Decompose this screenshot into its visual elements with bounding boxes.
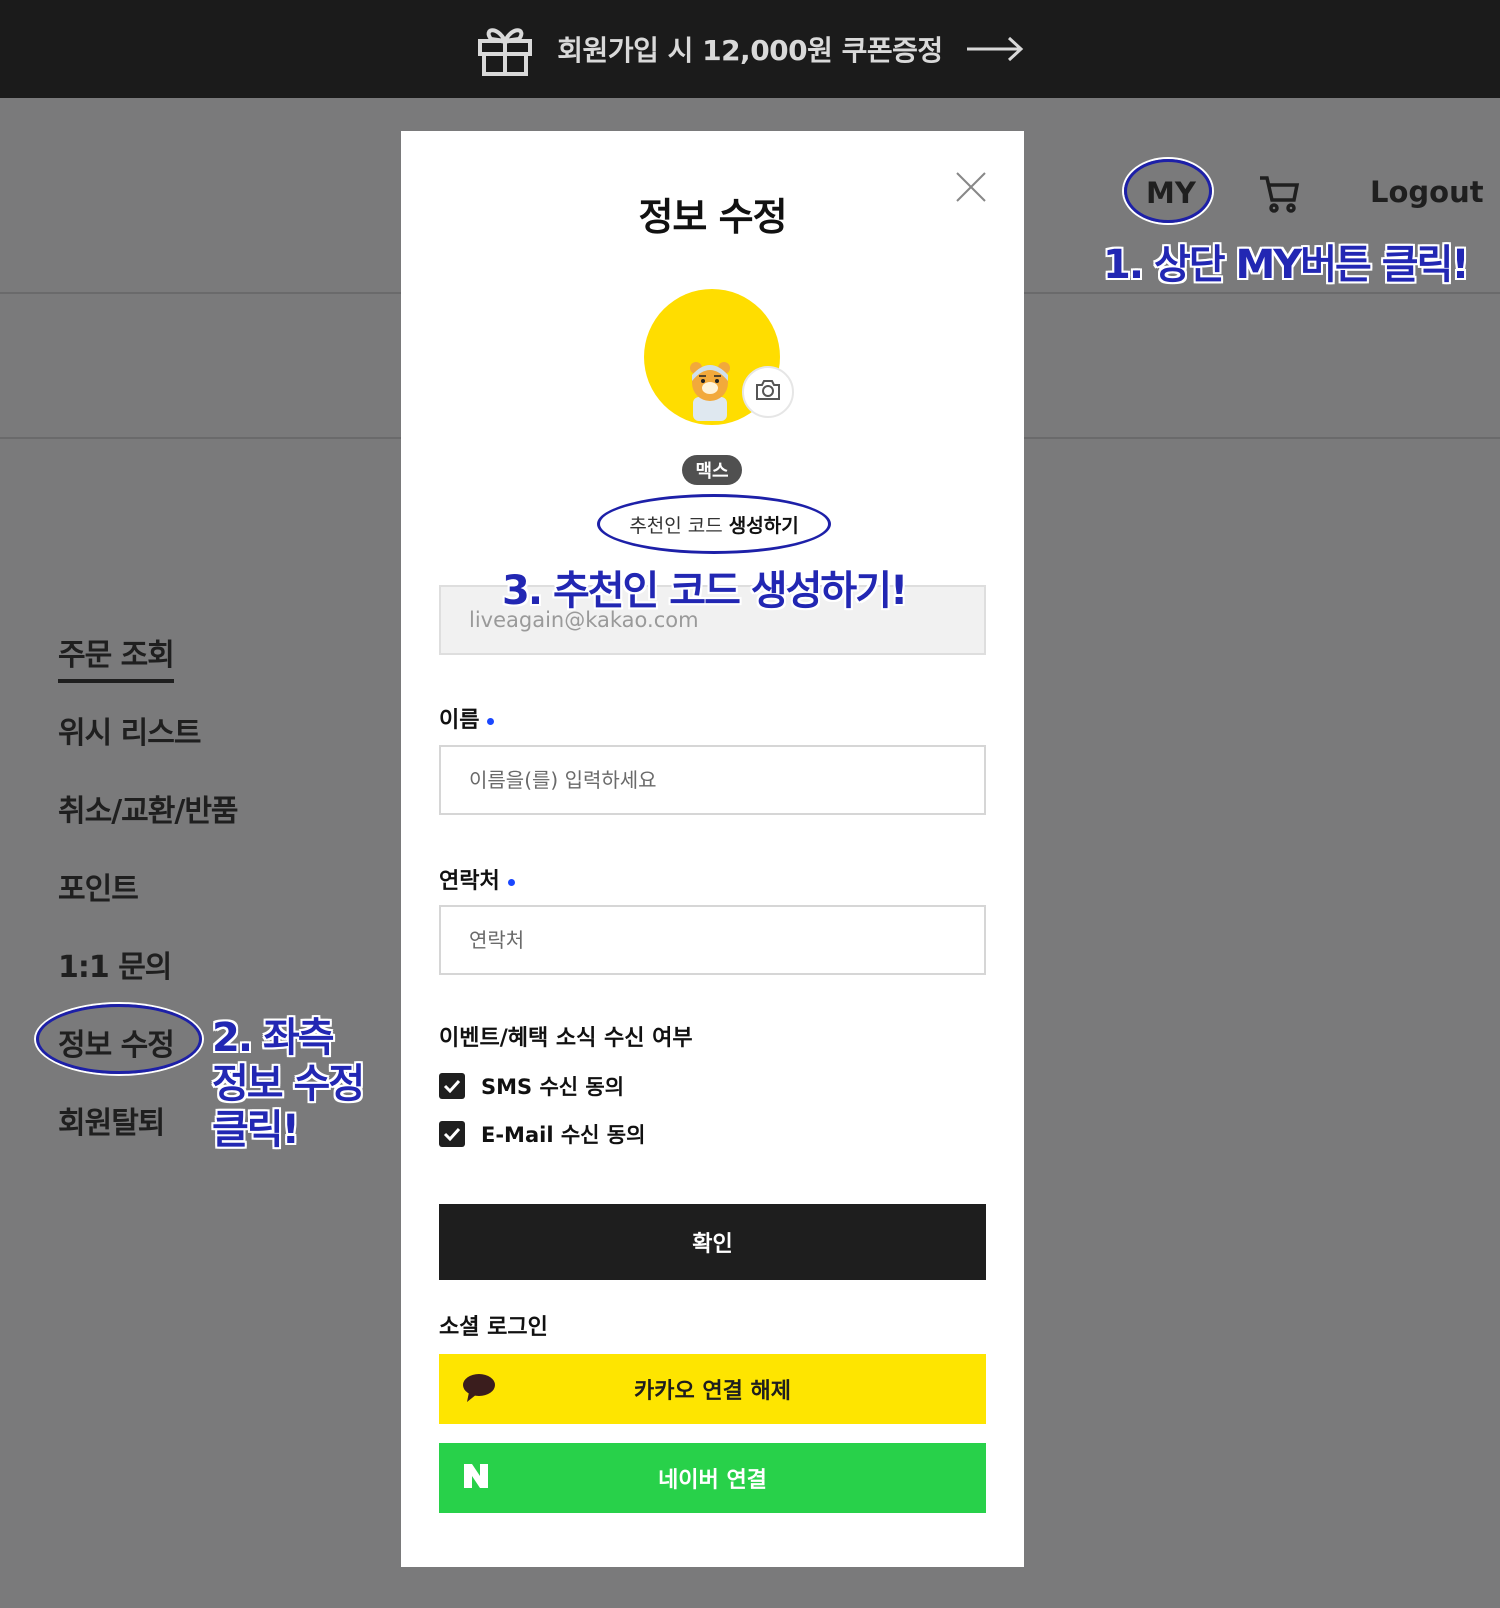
nickname-badge: 맥스 — [682, 455, 742, 485]
phone-label: 연락처 — [439, 863, 515, 895]
sidebar-item-label: 포인트 — [58, 872, 139, 907]
name-label: 이름 — [439, 702, 495, 734]
sidebar-item-orders[interactable]: 주문 조회 — [58, 630, 238, 708]
logout-link[interactable]: Logout — [1370, 175, 1484, 209]
email-consent-row[interactable]: E-Mail 수신 동의 — [439, 1119, 645, 1149]
sidebar-item-withdraw[interactable]: 회원탈퇴 — [58, 1098, 238, 1176]
phone-label-text: 연락처 — [439, 869, 500, 894]
change-photo-button[interactable] — [742, 366, 794, 418]
sidebar-item-wishlist[interactable]: 위시 리스트 — [58, 708, 238, 786]
annotation-step1: 1. 상단 MY버튼 클릭! — [1103, 242, 1470, 288]
referral-code-prefix: 추천인 코드 — [629, 514, 723, 537]
close-icon[interactable] — [955, 171, 987, 207]
modal-title: 정보 수정 — [638, 195, 787, 239]
naver-link-label: 네이버 연결 — [658, 1468, 767, 1493]
naver-n-icon — [461, 1461, 491, 1497]
arrow-right-icon — [965, 34, 1025, 64]
social-login-label: 소셜 로그인 — [439, 1315, 548, 1340]
referral-code-button[interactable]: 추천인 코드 생성하기 — [597, 494, 831, 554]
required-dot — [507, 878, 515, 886]
kakao-unlink-button[interactable]: 카카오 연결 해제 — [439, 1354, 986, 1424]
sidebar-item-label: 회원탈퇴 — [58, 1106, 165, 1141]
name-input[interactable] — [439, 745, 986, 815]
naver-link-button[interactable]: 네이버 연결 — [439, 1443, 986, 1513]
check-icon — [443, 1079, 461, 1093]
cart-icon[interactable] — [1258, 174, 1300, 218]
kakao-unlink-label: 카카오 연결 해제 — [634, 1379, 791, 1404]
highlight-edit-info — [36, 1004, 202, 1074]
annotation-step2: 2. 좌측 정보 수정 클릭! — [212, 1015, 365, 1153]
phone-input[interactable] — [439, 905, 986, 975]
sidebar-item-label: 1:1 문의 — [58, 950, 172, 985]
sms-consent-text: SMS 수신 동의 — [481, 1075, 625, 1099]
sidebar-item-cancel-exchange[interactable]: 취소/교환/반품 — [58, 786, 239, 864]
promo-banner[interactable]: 회원가입 시 12,000원 쿠폰증정 — [0, 0, 1500, 98]
promo-text: 회원가입 시 12,000원 쿠폰증정 — [557, 34, 943, 67]
highlight-my-button — [1124, 159, 1212, 223]
referral-code-action: 생성하기 — [728, 514, 799, 537]
email-checkbox[interactable] — [439, 1121, 465, 1147]
check-icon — [443, 1127, 461, 1141]
sidebar-item-points[interactable]: 포인트 — [58, 864, 238, 942]
sidebar-item-label: 위시 리스트 — [58, 716, 201, 751]
sms-checkbox[interactable] — [439, 1073, 465, 1099]
annotation-step2-line: 2. 좌측 — [212, 1015, 335, 1061]
gift-icon — [475, 21, 535, 77]
sidebar-item-label: 취소/교환/반품 — [58, 794, 239, 829]
edit-info-modal: 정보 수정 맥스 추천인 코드 생성하기 liveagain@kakao.com… — [401, 131, 1024, 1567]
camera-icon — [755, 379, 781, 405]
confirm-button[interactable]: 확인 — [439, 1204, 986, 1280]
annotation-step2-line: 정보 수정 — [212, 1061, 365, 1107]
sidebar-item-label: 주문 조회 — [58, 638, 175, 683]
marketing-consent-label: 이벤트/혜택 소식 수신 여부 — [439, 1026, 693, 1051]
character-icon — [687, 361, 733, 425]
name-label-text: 이름 — [439, 708, 480, 733]
kakao-chat-icon — [461, 1372, 497, 1410]
email-consent-text: E-Mail 수신 동의 — [481, 1123, 646, 1147]
annotation-step2-line: 클릭! — [212, 1107, 300, 1153]
sidebar: 주문 조회 위시 리스트 취소/교환/반품 포인트 1:1 문의 정보 수정 회… — [58, 630, 239, 1176]
required-dot — [487, 717, 495, 725]
annotation-step3: 3. 추천인 코드 생성하기! — [502, 568, 908, 614]
sms-consent-row[interactable]: SMS 수신 동의 — [439, 1071, 624, 1101]
